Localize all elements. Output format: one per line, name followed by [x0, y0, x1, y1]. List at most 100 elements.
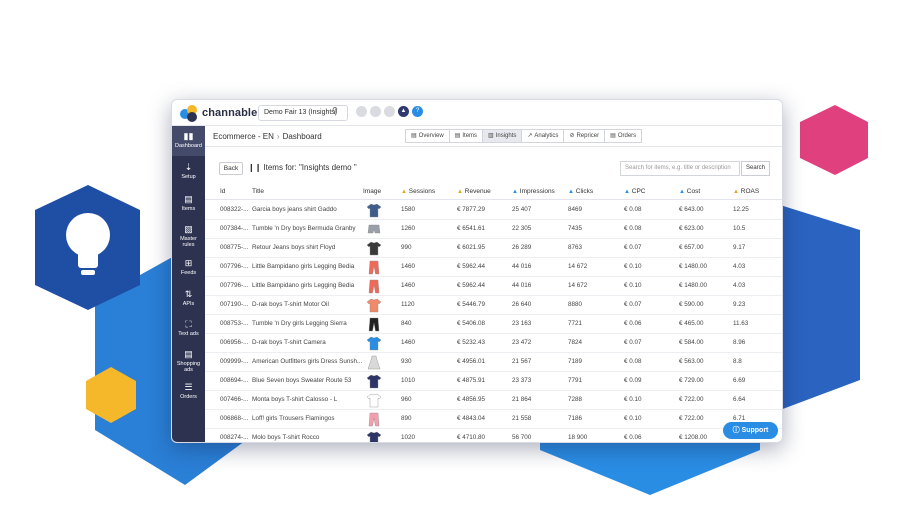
cell-impressions: 21 567	[512, 358, 532, 365]
cell-sessions: 890	[401, 415, 412, 422]
col-cost[interactable]: ▲ Cost	[679, 188, 700, 195]
cart-icon: ▤	[454, 133, 461, 139]
sidebar-item-feeds[interactable]: ⊞ Feeds	[172, 258, 205, 282]
cell-revenue: € 5962.44	[457, 282, 486, 289]
help-icon[interactable]: ?	[412, 106, 423, 117]
col-revenue[interactable]: ▲ Revenue	[457, 188, 491, 195]
table-row[interactable]: 008274-... Molo boys T-shirt Rocco 1020 € 4…	[205, 429, 782, 442]
ads-icon[interactable]: ▲	[398, 106, 409, 117]
cell-title: Molo boys T-shirt Rocco	[252, 434, 320, 441]
col-title[interactable]: Title	[252, 188, 264, 195]
tab-insights[interactable]: ▥ Insights	[482, 129, 522, 143]
back-button[interactable]: Back	[219, 162, 243, 175]
cell-revenue: € 5406.08	[457, 320, 486, 327]
cell-clicks: 7288	[568, 396, 583, 403]
search-input[interactable]: Search for items, e.g. title or descript…	[620, 161, 740, 176]
col-cpc[interactable]: ▲ CPC	[624, 188, 646, 195]
help-icon: ⓘ	[732, 427, 740, 434]
cell-roas: 6.69	[733, 377, 746, 384]
col-roas[interactable]: ▲ ROAS	[733, 188, 759, 195]
cell-revenue: € 7877.29	[457, 206, 486, 213]
cell-sessions: 1010	[401, 377, 416, 384]
table-row[interactable]: 008775-... Retour Jeans boys shirt Floyd 9…	[205, 239, 782, 258]
avatar[interactable]	[370, 106, 381, 117]
cell-clicks: 7186	[568, 415, 583, 422]
sidebar-item-text-ads[interactable]: ⛶ Text ads	[172, 319, 205, 343]
cell-impressions: 22 305	[512, 225, 532, 232]
avatar[interactable]	[384, 106, 395, 117]
cell-id: 008322-...	[220, 206, 249, 213]
table-row[interactable]: 007190-... D-rak boys T-shirt Motor Oil 11…	[205, 296, 782, 315]
table-row[interactable]: 006868-... Loff! girls Trousers Flamingos…	[205, 410, 782, 429]
tab-analytics[interactable]: ↗ Analytics	[521, 129, 564, 143]
tab-overview[interactable]: ▤ Overview	[405, 129, 449, 143]
cell-cpc: € 0.08	[624, 358, 642, 365]
cell-clicks: 14 672	[568, 282, 588, 289]
cell-sessions: 1020	[401, 434, 416, 441]
tab-items[interactable]: ▤ Items	[448, 129, 483, 143]
breadcrumb-project[interactable]: Ecommerce - EN	[213, 132, 274, 141]
cell-title: American Outfitters girls Dress Sunsh...	[252, 358, 363, 365]
breadcrumb-page[interactable]: Dashboard	[283, 132, 322, 141]
sidebar-item-dashboard[interactable]: ▮▮ Dashboard	[172, 126, 205, 156]
search-icon[interactable]: ⚲	[332, 106, 338, 115]
clipboard-icon: ▧	[184, 224, 193, 234]
sidebar-item-items[interactable]: ▤ Items	[172, 194, 205, 218]
cell-title: Retour Jeans boys shirt Floyd	[252, 244, 336, 251]
tab-orders[interactable]: ▤ Orders	[604, 129, 643, 143]
cell-revenue: € 4956.01	[457, 358, 486, 365]
bar-chart-icon: ▮▮	[183, 131, 194, 141]
col-id[interactable]: Id	[220, 188, 225, 195]
cell-title: Tumble 'n Dry boys Bermuda Granby	[252, 225, 356, 232]
product-thumbnail	[367, 374, 381, 389]
search-button[interactable]: Search	[741, 161, 770, 176]
cell-cpc: € 0.10	[624, 396, 642, 403]
tab-repricer[interactable]: ⊘ Repricer	[563, 129, 605, 143]
table-row[interactable]: 009999-... American Outfitters girls Dres…	[205, 353, 782, 372]
avatar[interactable]	[356, 106, 367, 117]
sidebar-item-apis[interactable]: ⇅ APIs	[172, 289, 205, 313]
cell-impressions: 21 864	[512, 396, 532, 403]
product-thumbnail	[367, 355, 381, 370]
table-row[interactable]: 008322-... Garcia boys jeans shirt Gaddo 1…	[205, 201, 782, 220]
col-clicks[interactable]: ▲ Clicks	[568, 188, 593, 195]
cell-title: Little Bampidano girls Legging Bedia	[252, 282, 355, 289]
table-row[interactable]: 007466-... Monta boys T-shirt Calosso - L…	[205, 391, 782, 410]
table-row[interactable]: 006956-... D-rak boys T-shirt Camera 1460 €…	[205, 334, 782, 353]
cell-revenue: € 4875.91	[457, 377, 486, 384]
col-impressions[interactable]: ▲ Impressions	[512, 188, 555, 195]
cell-sessions: 1460	[401, 282, 416, 289]
cell-cpc: € 0.07	[624, 301, 642, 308]
col-sessions[interactable]: ▲ Sessions	[401, 188, 435, 195]
cell-roas: 12.25	[733, 206, 749, 213]
sidebar: ▮▮ Dashboard ⇣ Setup ▤ Items ▧ Master ru…	[172, 126, 205, 442]
cell-clicks: 14 672	[568, 263, 588, 270]
cell-sessions: 1260	[401, 225, 416, 232]
cell-id: 008775-...	[220, 244, 249, 251]
sidebar-item-orders[interactable]: ☰ Orders	[172, 382, 205, 406]
cell-title: Tumble 'n Dry girls Legging Sierra	[252, 320, 347, 327]
analytics-icon: ↗	[527, 133, 533, 139]
sidebar-item-setup[interactable]: ⇣ Setup	[172, 162, 205, 186]
cell-roas: 11.63	[733, 320, 749, 327]
cell-cpc: € 0.09	[624, 377, 642, 384]
support-button[interactable]: ⓘ Support	[723, 422, 778, 439]
table-row[interactable]: 007796-... Little Bampidano girls Legging…	[205, 258, 782, 277]
cell-cpc: € 0.10	[624, 282, 642, 289]
cell-revenue: € 5962.44	[457, 263, 486, 270]
cell-id: 009999-...	[220, 358, 249, 365]
table-row[interactable]: 007384-... Tumble 'n Dry boys Bermuda Gra…	[205, 220, 782, 239]
channable-logo	[180, 105, 197, 122]
sidebar-item-master-rules[interactable]: ▧ Master rules	[172, 224, 205, 252]
table-row[interactable]: 008694-... Blue Seven boys Sweater Route …	[205, 372, 782, 391]
cell-cost: € 1208.00	[679, 434, 708, 441]
table-row[interactable]: 008753-... Tumble 'n Dry girls Legging Si…	[205, 315, 782, 334]
cell-title: Monta boys T-shirt Calosso - L	[252, 396, 338, 403]
sidebar-item-shopping-ads[interactable]: ▤ Shopping ads	[172, 349, 205, 377]
product-thumbnail	[367, 393, 381, 408]
cell-title: D-rak boys T-shirt Camera	[252, 339, 326, 346]
table-row[interactable]: 007796-... Little Bampidano girls Legging…	[205, 277, 782, 296]
cell-sessions: 840	[401, 320, 412, 327]
cell-cost: € 1480.00	[679, 263, 708, 270]
cell-clicks: 7435	[568, 225, 583, 232]
